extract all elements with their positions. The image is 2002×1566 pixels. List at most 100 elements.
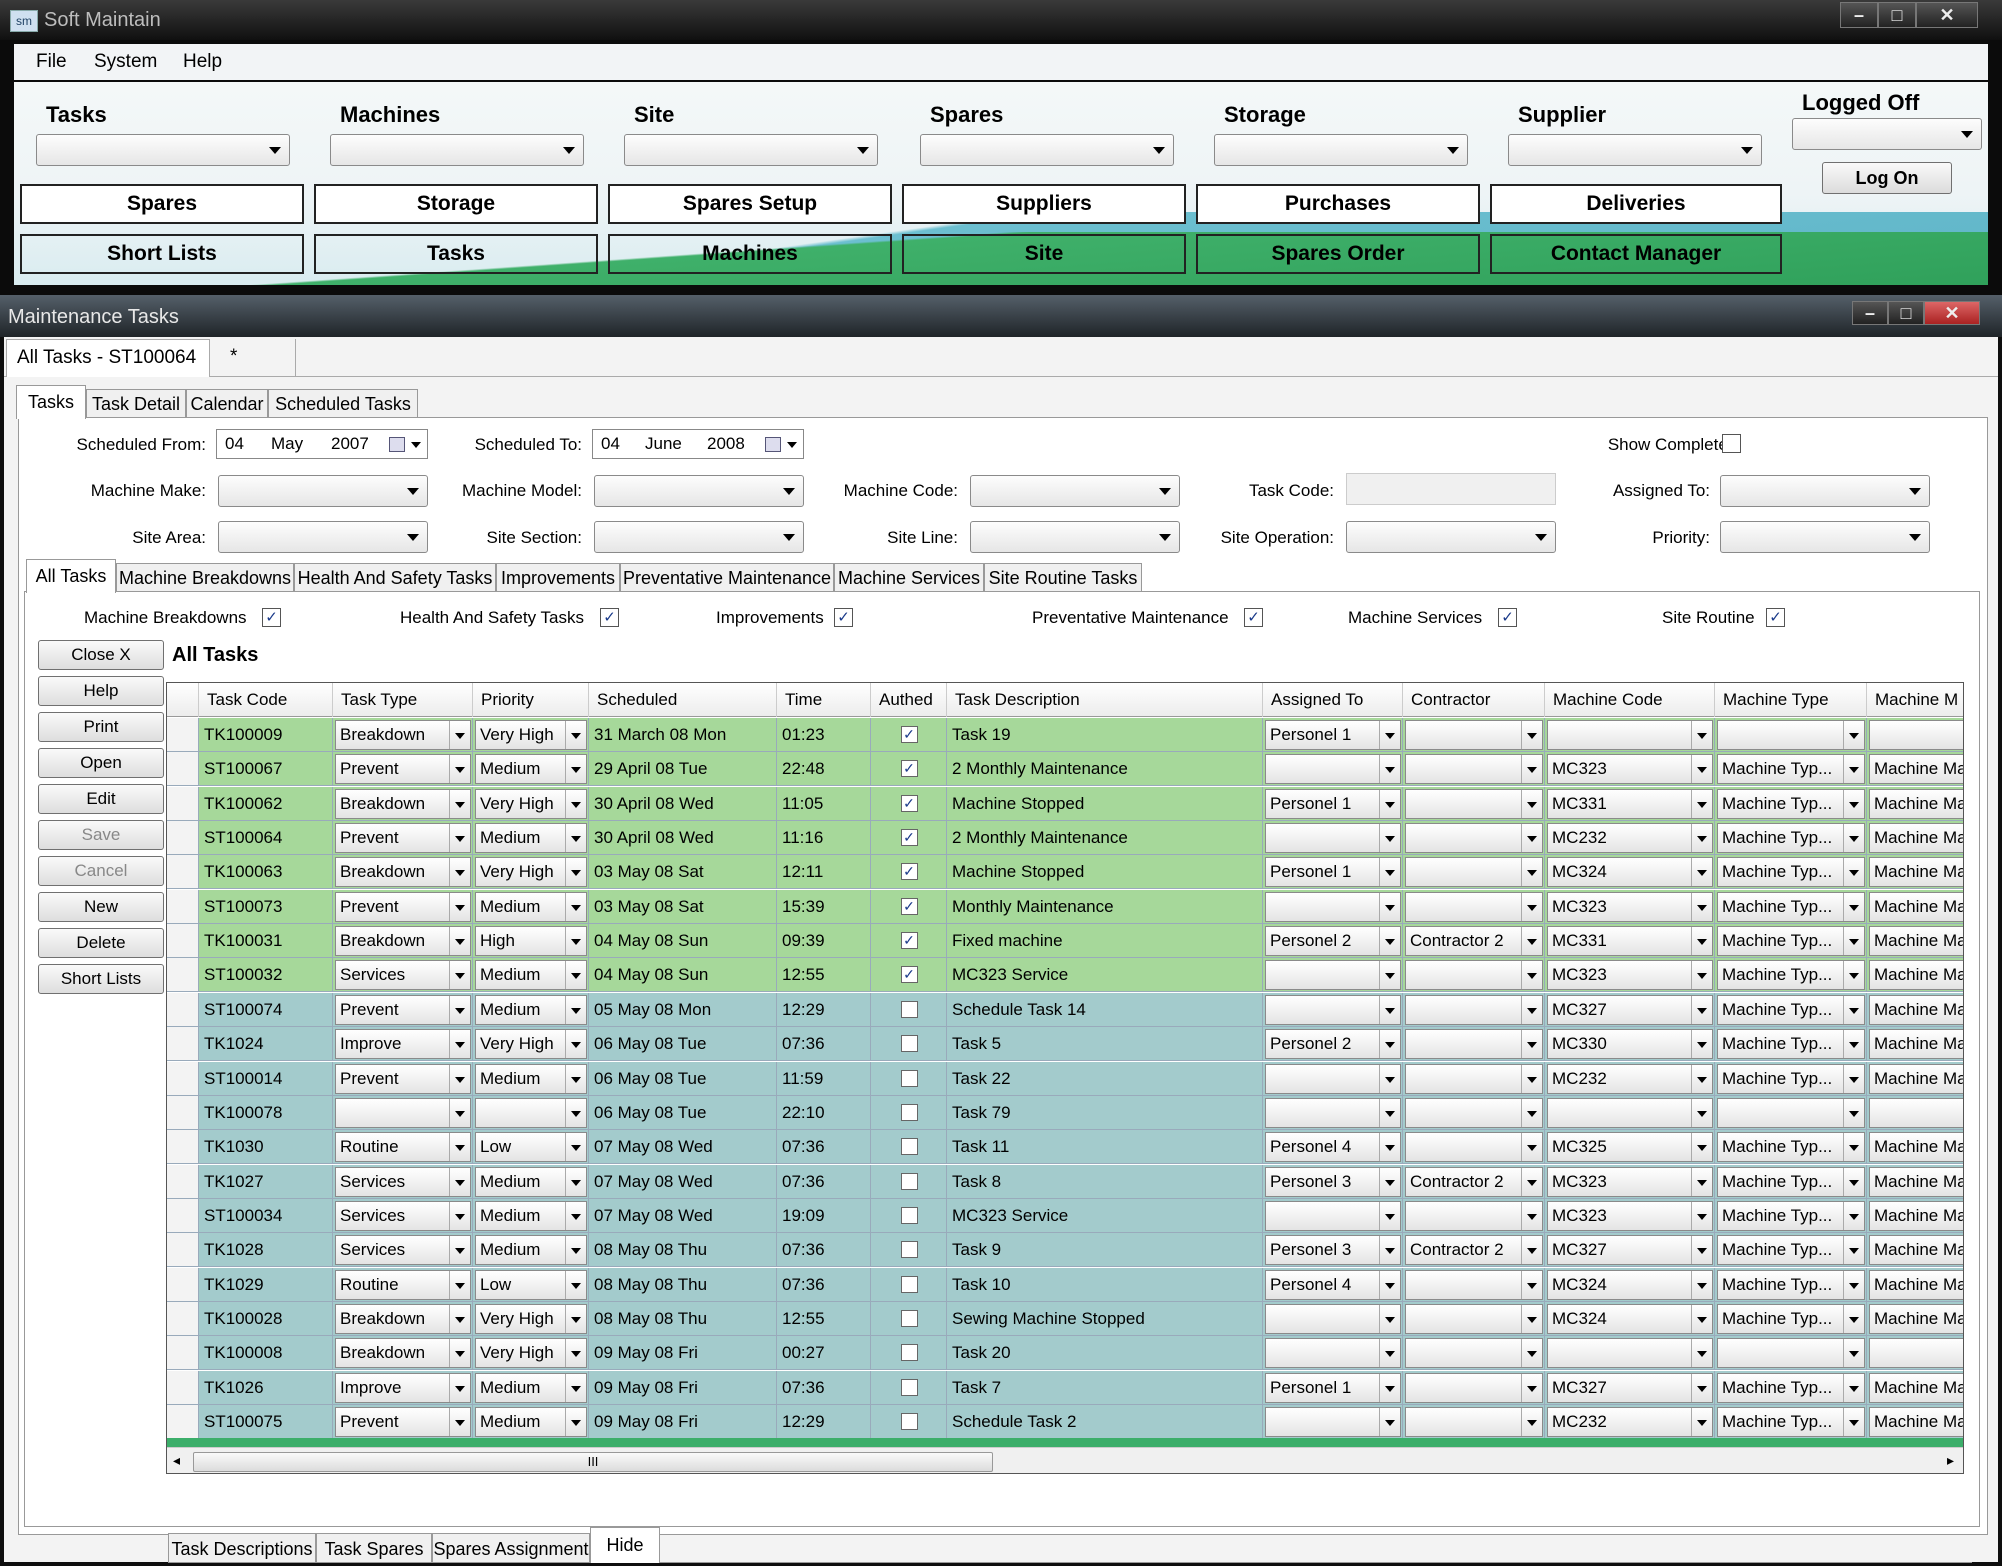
mm-combo[interactable]: Machine Ma (1869, 1029, 1963, 1060)
mm-combo[interactable]: Machine Ma (1869, 1132, 1963, 1163)
table-row[interactable]: TK1026 Improve Medium 09 May 08 Fri 07:36 Tas… (167, 1370, 1963, 1405)
authed-cell[interactable] (871, 1301, 947, 1336)
tab-machine-services[interactable]: Machine Services (834, 563, 984, 591)
table-row[interactable]: ST100074 Prevent Medium 05 May 08 Mon 12:29 S… (167, 992, 1963, 1027)
mcode-combo[interactable]: MC327 (1547, 994, 1713, 1025)
site-dropdown[interactable] (624, 134, 878, 166)
priority-combo[interactable]: Medium (475, 1235, 587, 1266)
assigned-cell[interactable] (1263, 1336, 1403, 1371)
nav-purchases-button[interactable]: Purchases (1196, 184, 1480, 224)
time-cell[interactable]: 07:36 (777, 1267, 871, 1302)
mm-cell[interactable]: Machine Ma (1867, 924, 1963, 959)
code-cell[interactable]: TK1027 (199, 1164, 333, 1199)
mtype-combo[interactable]: Machine Typ... (1717, 1063, 1865, 1094)
mm-combo[interactable]: Machine Ma (1869, 1269, 1963, 1300)
desc-cell[interactable]: Schedule Task 2 (947, 1405, 1263, 1439)
mcode-combo[interactable]: MC327 (1547, 1372, 1713, 1403)
time-cell[interactable]: 12:11 (777, 855, 871, 890)
scheduled-cell[interactable]: 07 May 08 Wed (589, 1164, 777, 1199)
authed-cell[interactable] (871, 1233, 947, 1268)
authed-checkbox[interactable]: ✓ (900, 829, 918, 847)
mcode-combo[interactable]: MC325 (1547, 1132, 1713, 1163)
authed-checkbox[interactable]: ✓ (900, 794, 918, 812)
contractor-combo[interactable] (1405, 857, 1543, 888)
maximize-icon[interactable]: □ (1888, 301, 1924, 325)
code-cell[interactable]: TK100028 (199, 1301, 333, 1336)
table-row[interactable]: ST100075 Prevent Medium 09 May 08 Fri 12:29 S… (167, 1405, 1963, 1439)
mcode-cell[interactable] (1545, 1095, 1715, 1130)
contractor-combo[interactable] (1405, 788, 1543, 819)
row-header[interactable] (167, 924, 199, 959)
type-combo[interactable] (335, 1097, 471, 1128)
table-row[interactable]: TK1028 Services Medium 08 May 08 Thu 07:36 Ta… (167, 1233, 1963, 1268)
mcode-cell[interactable]: MC323 (1545, 752, 1715, 787)
priority-combo[interactable]: Very High (475, 1303, 587, 1334)
contractor-cell[interactable] (1403, 1198, 1545, 1233)
assigned-cell[interactable]: Personel 3 (1263, 1233, 1403, 1268)
mtype-combo[interactable]: Machine Typ... (1717, 891, 1865, 922)
contractor-cell[interactable] (1403, 958, 1545, 993)
contractor-cell[interactable] (1403, 855, 1545, 890)
mtype-cell[interactable]: Machine Typ... (1715, 1405, 1867, 1439)
table-row[interactable]: TK100008 Breakdown Very High 09 May 08 Fri 0… (167, 1336, 1963, 1371)
type-cell[interactable]: Routine (333, 1267, 473, 1302)
table-row[interactable]: ST100032 Services Medium 04 May 08 Sun 12:55… (167, 958, 1963, 993)
contractor-combo[interactable] (1405, 1132, 1543, 1163)
scheduled-cell[interactable]: 06 May 08 Tue (589, 1095, 777, 1130)
contractor-combo[interactable] (1405, 1029, 1543, 1060)
row-header[interactable] (167, 786, 199, 821)
contractor-combo[interactable]: Contractor 2 (1405, 1235, 1543, 1266)
assigned-combo[interactable]: Personel 2 (1265, 1029, 1401, 1060)
scheduled-cell[interactable]: 31 March 08 Mon (589, 718, 777, 752)
desc-cell[interactable]: Task 7 (947, 1370, 1263, 1405)
mm-cell[interactable]: Machine Ma (1867, 752, 1963, 787)
desc-cell[interactable]: Fixed machine (947, 924, 1263, 959)
type-combo[interactable]: Improve (335, 1029, 471, 1060)
type-cell[interactable]: Breakdown (333, 1336, 473, 1371)
column-header[interactable]: Assigned To (1263, 683, 1403, 717)
table-row[interactable]: TK100009 Breakdown Very High 31 March 08 Mo… (167, 718, 1963, 752)
desc-cell[interactable]: Schedule Task 14 (947, 992, 1263, 1027)
contractor-cell[interactable] (1403, 752, 1545, 787)
mtype-cell[interactable]: Machine Typ... (1715, 1164, 1867, 1199)
contractor-cell[interactable] (1403, 1061, 1545, 1096)
code-cell[interactable]: ST100074 (199, 992, 333, 1027)
mtype-cell[interactable]: Machine Typ... (1715, 1301, 1867, 1336)
mcode-cell[interactable]: MC327 (1545, 992, 1715, 1027)
site-section-dropdown[interactable] (594, 521, 804, 553)
row-header[interactable] (167, 1130, 199, 1165)
mcode-cell[interactable]: MC232 (1545, 1061, 1715, 1096)
mtype-cell[interactable]: Machine Typ... (1715, 1233, 1867, 1268)
maximize-icon[interactable]: □ (1878, 2, 1916, 28)
assigned-cell[interactable] (1263, 1061, 1403, 1096)
type-cell[interactable]: Breakdown (333, 718, 473, 752)
mcode-combo[interactable]: MC232 (1547, 1407, 1713, 1437)
mtype-combo[interactable]: Machine Typ... (1717, 1132, 1865, 1163)
priority-combo[interactable]: Medium (475, 754, 587, 785)
doc-tab-new[interactable]: * (216, 339, 296, 377)
time-cell[interactable]: 00:27 (777, 1336, 871, 1371)
code-cell[interactable]: TK1026 (199, 1370, 333, 1405)
mtype-combo[interactable]: Machine Typ... (1717, 1372, 1865, 1403)
priority-cell[interactable]: Medium (473, 889, 589, 924)
type-cell[interactable]: Breakdown (333, 1301, 473, 1336)
type-combo[interactable]: Prevent (335, 754, 471, 785)
priority-combo[interactable]: Medium (475, 1200, 587, 1231)
priority-combo[interactable]: Very High (475, 720, 587, 750)
mcode-cell[interactable]: MC330 (1545, 1027, 1715, 1062)
row-header[interactable] (167, 1233, 199, 1268)
priority-combo[interactable]: Very High (475, 857, 587, 888)
authed-cell[interactable] (871, 1198, 947, 1233)
assigned-cell[interactable] (1263, 992, 1403, 1027)
mm-cell[interactable]: Machine Ma (1867, 821, 1963, 856)
row-header[interactable] (167, 1198, 199, 1233)
desc-cell[interactable]: Task 20 (947, 1336, 1263, 1371)
row-header[interactable] (167, 992, 199, 1027)
mcode-combo[interactable]: MC331 (1547, 788, 1713, 819)
desc-cell[interactable]: 2 Monthly Maintenance (947, 752, 1263, 787)
desc-cell[interactable]: Task 19 (947, 718, 1263, 752)
contractor-cell[interactable]: Contractor 2 (1403, 924, 1545, 959)
type-combo[interactable]: Breakdown (335, 926, 471, 957)
contractor-combo[interactable] (1405, 1200, 1543, 1231)
authed-cell[interactable] (871, 1370, 947, 1405)
